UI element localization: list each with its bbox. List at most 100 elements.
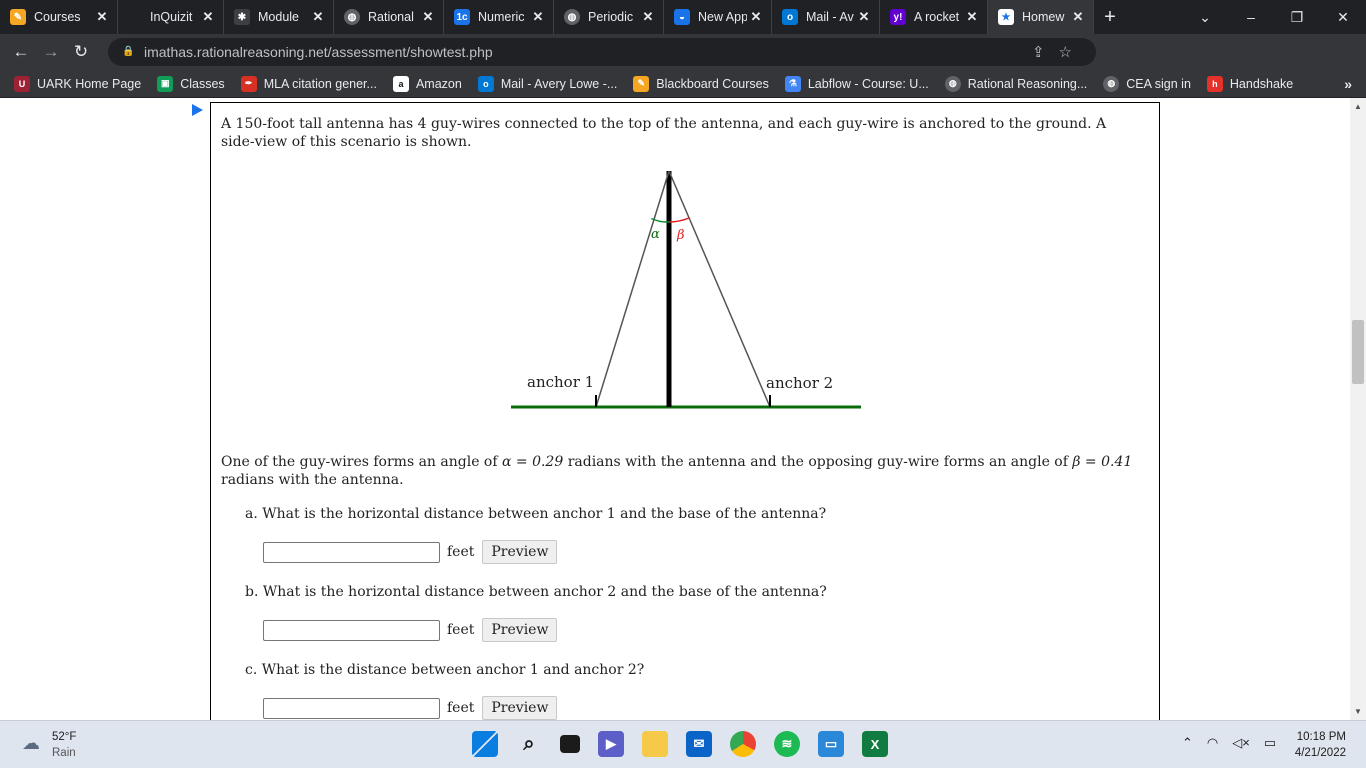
forward-icon[interactable]: → <box>36 42 66 62</box>
spotify-icon[interactable]: ≋ <box>774 731 800 757</box>
clock-date: 4/21/2022 <box>1294 747 1346 759</box>
back-icon[interactable]: ← <box>6 42 36 62</box>
clock[interactable]: 10:18 PM 4/21/2022 <box>1295 729 1346 761</box>
part-b-answer-input[interactable] <box>263 619 440 641</box>
tab-title: Courses <box>34 10 81 24</box>
bookmarks-bar: U UARK Home Page ▣ Classes ✒ MLA citation g… <box>0 70 1366 98</box>
part-c-answer-input[interactable] <box>263 697 440 719</box>
part-c-prompt: c. What is the distance between anchor 1… <box>245 662 645 678</box>
close-icon[interactable]: ✕ <box>309 9 327 25</box>
scroll-up-icon[interactable]: ▲ <box>1353 102 1363 111</box>
share-icon[interactable]: ⇪ <box>1032 44 1059 61</box>
battery-icon[interactable]: ▭ <box>1264 735 1276 751</box>
tab-courses[interactable]: ✎ Courses ✕ <box>0 0 118 34</box>
amazon-icon: a <box>392 75 409 92</box>
question-intro: A 150-foot tall antenna has 4 guy-wires … <box>221 116 1107 150</box>
tab-module[interactable]: ✱ Module ✕ <box>224 0 334 34</box>
guy-wire-2 <box>668 170 771 408</box>
chrome-icon[interactable] <box>730 731 756 757</box>
close-icon[interactable]: ✕ <box>419 9 437 25</box>
weather-widget[interactable]: ☁ 52°F Rain <box>22 729 76 761</box>
part-a-answer-input[interactable] <box>263 541 440 563</box>
lock-icon[interactable]: 🔒 <box>122 46 134 58</box>
bookmark-handshake[interactable]: h Handshake <box>1206 75 1293 92</box>
browser-toolbar: ← → ↻ 🔒 imathas.rationalreasoning.net/as… <box>0 34 1366 96</box>
bookmarks-overflow-icon[interactable]: » <box>1344 76 1352 92</box>
labflow-icon: ⚗ <box>784 75 801 92</box>
bookmark-amazon[interactable]: a Amazon <box>392 75 462 92</box>
new-app-icon: ◒ <box>674 9 690 25</box>
tab-periodic[interactable]: ◍ Periodic ✕ <box>554 0 664 34</box>
volume-muted-icon[interactable]: ◁× <box>1232 735 1250 751</box>
globe-icon: ◍ <box>564 9 580 25</box>
bookmark-rational[interactable]: ◍ Rational Reasoning... <box>944 75 1087 92</box>
reload-icon[interactable]: ↻ <box>66 42 96 62</box>
guy-wire-1 <box>595 170 670 408</box>
scroll-down-icon[interactable]: ▼ <box>1353 707 1363 716</box>
part-c-preview-button[interactable]: Preview <box>482 696 558 720</box>
address-bar[interactable]: 🔒 imathas.rationalreasoning.net/assessme… <box>108 38 1096 66</box>
part-a-preview-button[interactable]: Preview <box>482 540 558 564</box>
file-explorer-icon[interactable] <box>642 731 668 757</box>
tab-rational[interactable]: ◍ Rational ✕ <box>334 0 444 34</box>
close-icon[interactable]: ✕ <box>639 9 657 25</box>
taskbar-apps: ⌕ ▶ ✉ ≋ ▭ X <box>472 731 906 757</box>
close-icon[interactable]: ✕ <box>529 9 547 25</box>
tab-new-app[interactable]: ◒ New App ✕ <box>664 0 772 34</box>
close-icon[interactable]: ✕ <box>963 9 981 25</box>
tab-search-icon[interactable]: ⌄ <box>1182 9 1228 26</box>
bookmark-blackboard[interactable]: ✎ Blackboard Courses <box>633 75 769 92</box>
tab-inquizitive[interactable]: InQuizit ✕ <box>118 0 224 34</box>
wifi-icon[interactable]: ◠ <box>1207 735 1218 751</box>
temperature: 52°F <box>52 731 77 743</box>
part-b-preview-button[interactable]: Preview <box>482 618 558 642</box>
bookmark-mail[interactable]: o Mail - Avery Lowe -... <box>477 75 617 92</box>
tray-overflow-icon[interactable]: ⌃ <box>1182 735 1193 751</box>
tab-rocket[interactable]: y! A rocket ✕ <box>880 0 988 34</box>
monitor-app-icon[interactable]: ▭ <box>818 731 844 757</box>
close-window-icon[interactable]: ✕ <box>1320 9 1366 26</box>
new-tab-button[interactable]: + <box>1094 6 1126 29</box>
outlook-icon: o <box>782 9 798 25</box>
close-icon[interactable]: ✕ <box>747 9 765 25</box>
restore-icon[interactable]: ❐ <box>1274 9 1320 26</box>
close-icon[interactable]: ✕ <box>199 9 217 25</box>
scrollbar-thumb[interactable] <box>1352 320 1364 384</box>
close-icon[interactable]: ✕ <box>1069 9 1087 25</box>
minimize-icon[interactable]: – <box>1228 9 1274 25</box>
task-view-icon[interactable] <box>560 735 580 753</box>
bookmark-label: Labflow - Course: U... <box>807 76 929 91</box>
tab-homework[interactable]: ★ Homew ✕ <box>988 0 1094 34</box>
search-icon[interactable]: ⌕ <box>516 731 542 757</box>
question-statement: One of the guy-wires forms an angle of α… <box>221 453 1146 489</box>
url-text[interactable]: imathas.rationalreasoning.net/assessment… <box>144 44 493 60</box>
beta-label: β <box>676 228 685 243</box>
system-tray: ⌃ ◠ ◁× ▭ <box>1182 735 1290 751</box>
bookmark-cea[interactable]: ◍ CEA sign in <box>1103 75 1191 92</box>
tab-strip: ✎ Courses ✕ InQuizit ✕ ✱ Module ✕ ◍ Rati… <box>0 0 1366 34</box>
beta-arc <box>668 217 690 223</box>
part-b-unit: feet <box>447 622 475 638</box>
bookmark-classes[interactable]: ▣ Classes <box>157 75 225 92</box>
bookmark-uark[interactable]: U UARK Home Page <box>14 75 141 92</box>
page-scrollbar[interactable]: ▲ ▼ <box>1350 98 1366 720</box>
bookmark-labflow[interactable]: ⚗ Labflow - Course: U... <box>784 75 929 92</box>
statement-text: One of the guy-wires forms an angle of <box>221 454 502 470</box>
excel-icon[interactable]: X <box>862 731 888 757</box>
tab-numeric[interactable]: 1c Numeric ✕ <box>444 0 554 34</box>
bookmark-mla[interactable]: ✒ MLA citation gener... <box>240 75 377 92</box>
bookmark-label: MLA citation gener... <box>263 76 377 91</box>
beta-value: β = 0.41 <box>1072 454 1133 470</box>
close-icon[interactable]: ✕ <box>93 9 111 25</box>
windows-start-icon[interactable] <box>472 731 498 757</box>
bookmark-label: Amazon <box>415 76 462 91</box>
bookmark-label: CEA sign in <box>1126 76 1191 91</box>
close-icon[interactable]: ✕ <box>855 9 873 25</box>
tab-mail[interactable]: o Mail - Av ✕ <box>772 0 880 34</box>
bookmark-star-icon[interactable]: ☆ <box>1059 44 1086 61</box>
clock-time: 10:18 PM <box>1296 731 1346 743</box>
mail-icon[interactable]: ✉ <box>686 731 712 757</box>
page-content: A 150-foot tall antenna has 4 guy-wires … <box>0 98 1350 720</box>
tab-title: Homew <box>1022 10 1065 24</box>
teams-chat-icon[interactable]: ▶ <box>598 731 624 757</box>
